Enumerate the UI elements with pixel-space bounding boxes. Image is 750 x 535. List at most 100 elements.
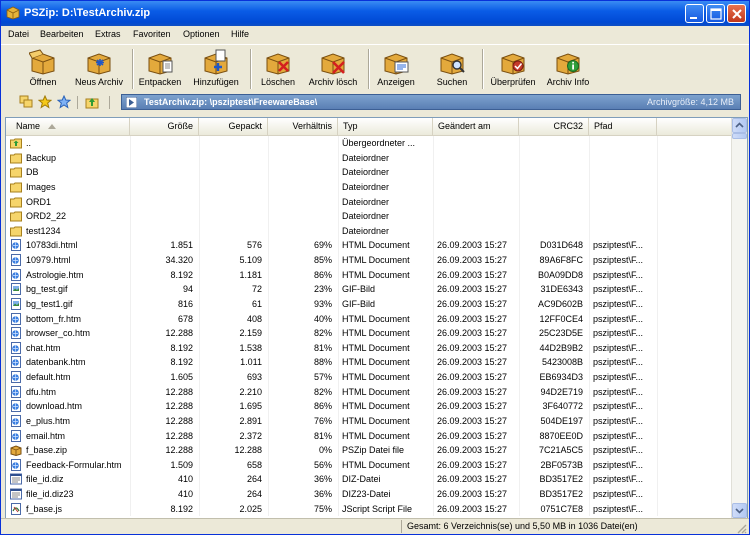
cell-name: 10783di.html xyxy=(26,240,78,251)
cell-type: HTML Document xyxy=(342,372,410,382)
view-button[interactable]: Anzeigen xyxy=(373,47,419,91)
vertical-scrollbar[interactable] xyxy=(731,118,747,518)
file-row[interactable]: chat.htm 8.192 1.538 81% HTML Document 26.09.… xyxy=(6,341,732,356)
info-icon xyxy=(556,53,580,75)
cell-crc: 25C23D5E xyxy=(538,328,583,339)
cell-type: GIF-Bild xyxy=(342,284,376,295)
file-row[interactable]: f_base.zip 12.288 12.288 0% PSZip Datei file… xyxy=(6,443,732,458)
column-type[interactable]: Typ xyxy=(338,118,433,135)
file-row[interactable]: default.htm 1.605 693 57% HTML Document 26.09… xyxy=(6,370,732,385)
file-row[interactable]: bg_test1.gif 816 61 93% GIF-Bild 26.09.2003 1… xyxy=(6,297,732,312)
add-label: Hinzufügen xyxy=(193,77,239,87)
file-row[interactable]: 10979.html 34.320 5.109 85% HTML Document 26.… xyxy=(6,253,732,268)
cell-crc: AC9D602B xyxy=(537,298,583,309)
cell-packed: 264 xyxy=(246,489,262,499)
menu-bearbeiten[interactable]: Bearbeiten xyxy=(40,29,84,39)
cell-size: 410 xyxy=(177,474,193,485)
cell-path: psziptest\F... xyxy=(593,269,644,280)
cell-type: HTML Document xyxy=(342,255,410,265)
add-button[interactable]: Hinzufügen xyxy=(189,47,243,91)
file-row[interactable]: e_plus.htm 12.288 2.891 76% HTML Document 26.… xyxy=(6,414,732,429)
cell-packed: 2.210 xyxy=(239,386,262,397)
file-row[interactable]: Astrologie.htm 8.192 1.181 86% HTML Document… xyxy=(6,268,732,283)
close-button[interactable] xyxy=(727,4,746,23)
html-file-icon xyxy=(11,268,21,281)
file-list-header: Name Größe Gepackt Verhältnis Typ Geände… xyxy=(6,118,732,136)
test-button[interactable]: Überprüfen xyxy=(487,47,539,91)
favorite-add-star-icon[interactable] xyxy=(57,95,71,109)
column-packed[interactable]: Gepackt xyxy=(199,118,268,135)
favorite-star-icon[interactable] xyxy=(38,95,52,109)
archive-path: TestArchiv.zip: \psziptest\FreewareBase\ xyxy=(144,97,318,107)
cell-name: Astrologie.htm xyxy=(26,269,84,280)
column-modified[interactable]: Geändert am xyxy=(433,118,519,135)
resize-grip-icon[interactable] xyxy=(735,522,747,534)
chevron-up-icon xyxy=(735,122,744,128)
folder-row[interactable]: ORD1 Dateiordner xyxy=(6,195,732,210)
file-row[interactable]: datenbank.htm 8.192 1.011 88% HTML Document 2… xyxy=(6,355,732,370)
cell-crc: 8870EE0D xyxy=(539,430,583,441)
toolbar-separator xyxy=(368,49,370,89)
folder-row[interactable]: Backup Dateiordner xyxy=(6,151,732,166)
file-row[interactable]: 10783di.html 1.851 576 69% HTML Document 26.0… xyxy=(6,238,732,253)
folder-row[interactable]: test1234 Dateiordner xyxy=(6,224,732,239)
open-button[interactable]: Öffnen xyxy=(15,47,71,91)
title-bar[interactable]: PSZip: D:\TestArchiv.zip xyxy=(1,1,749,26)
sort-ascending-icon xyxy=(48,124,56,129)
column-ratio[interactable]: Verhältnis xyxy=(268,118,338,135)
html-file-icon xyxy=(11,239,21,252)
file-row[interactable]: download.htm 12.288 1.695 86% HTML Document 2… xyxy=(6,399,732,414)
delete-button[interactable]: Löschen xyxy=(255,47,301,91)
menu-datei[interactable]: Datei xyxy=(8,29,29,39)
column-path[interactable]: Pfad xyxy=(589,118,657,135)
file-row[interactable]: Feedback-Formular.htm 1.509 658 56% HTML Doc… xyxy=(6,458,732,473)
folder-row[interactable]: ORD2_22 Dateiordner xyxy=(6,209,732,224)
archive-size: Archivgröße: 4,12 MB xyxy=(646,97,734,107)
up-folder-icon[interactable] xyxy=(85,95,99,109)
menu-extras[interactable]: Extras xyxy=(95,29,121,39)
window-title: PSZip: D:\TestArchiv.zip xyxy=(24,7,151,19)
extract-icon xyxy=(148,53,173,75)
column-size[interactable]: Größe xyxy=(130,118,199,135)
file-row[interactable]: bottom_fr.htm 678 408 40% HTML Document 26.09… xyxy=(6,312,732,327)
scroll-thumb[interactable] xyxy=(732,133,747,139)
folder-row[interactable]: .. Übergeordneter ... xyxy=(6,136,732,151)
file-row[interactable]: email.htm 12.288 2.372 81% HTML Document 26.0… xyxy=(6,429,732,444)
menu-favoriten[interactable]: Favoriten xyxy=(133,29,171,39)
scroll-down-button[interactable] xyxy=(732,503,747,518)
cell-ratio: 93% xyxy=(313,298,332,309)
search-button[interactable]: Suchen xyxy=(429,47,475,91)
menu-optionen[interactable]: Optionen xyxy=(183,29,220,39)
copy-folders-icon[interactable] xyxy=(19,95,33,109)
new-archive-button[interactable]: Neus Archiv xyxy=(71,47,127,91)
cell-path: psziptest\F... xyxy=(593,386,644,397)
maximize-button[interactable] xyxy=(706,4,725,23)
file-row[interactable]: file_id.diz 410 264 36% DIZ-Datei 26.09.2003 … xyxy=(6,472,732,487)
delete-archive-button[interactable]: Archiv lösch xyxy=(304,47,362,91)
file-row[interactable]: dfu.htm 12.288 2.210 82% HTML Document 26.09.… xyxy=(6,385,732,400)
minimize-button[interactable] xyxy=(685,4,704,23)
column-crc32[interactable]: CRC32 xyxy=(519,118,589,135)
column-name[interactable]: Name xyxy=(6,118,130,135)
folder-row[interactable]: DB Dateiordner xyxy=(6,165,732,180)
file-row[interactable]: browser_co.htm 12.288 2.159 82% HTML Documen… xyxy=(6,326,732,341)
cell-name: ORD1 xyxy=(26,196,52,207)
file-row[interactable]: bg_test.gif 94 72 23% GIF-Bild 26.09.2003 15:… xyxy=(6,282,732,297)
cell-ratio: 86% xyxy=(313,401,332,412)
scroll-up-button[interactable] xyxy=(732,118,747,133)
cell-crc: 12FF0CE4 xyxy=(539,313,583,324)
chevron-down-icon xyxy=(735,508,744,514)
cell-path: psziptest\F... xyxy=(593,372,644,382)
html-file-icon xyxy=(11,429,21,442)
file-row[interactable]: f_base.js 8.192 2.025 75% JScript Script Fil… xyxy=(6,502,732,517)
folder-row[interactable]: Images Dateiordner xyxy=(6,180,732,195)
archive-info-button[interactable]: Archiv Info xyxy=(542,47,594,91)
app-window: PSZip: D:\TestArchiv.zip Datei Bearbeite… xyxy=(0,0,750,535)
delete-archive-icon xyxy=(321,53,345,75)
search-icon xyxy=(440,53,465,75)
menu-hilfe[interactable]: Hilfe xyxy=(231,29,249,39)
file-row[interactable]: file_id.diz23 410 264 36% DIZ23-Datei 26.09.2… xyxy=(6,487,732,502)
cell-name: file_id.diz xyxy=(26,474,64,485)
extract-button[interactable]: Entpacken xyxy=(136,47,184,91)
archive-path-bar[interactable]: TestArchiv.zip: \psziptest\FreewareBase\… xyxy=(121,94,741,110)
